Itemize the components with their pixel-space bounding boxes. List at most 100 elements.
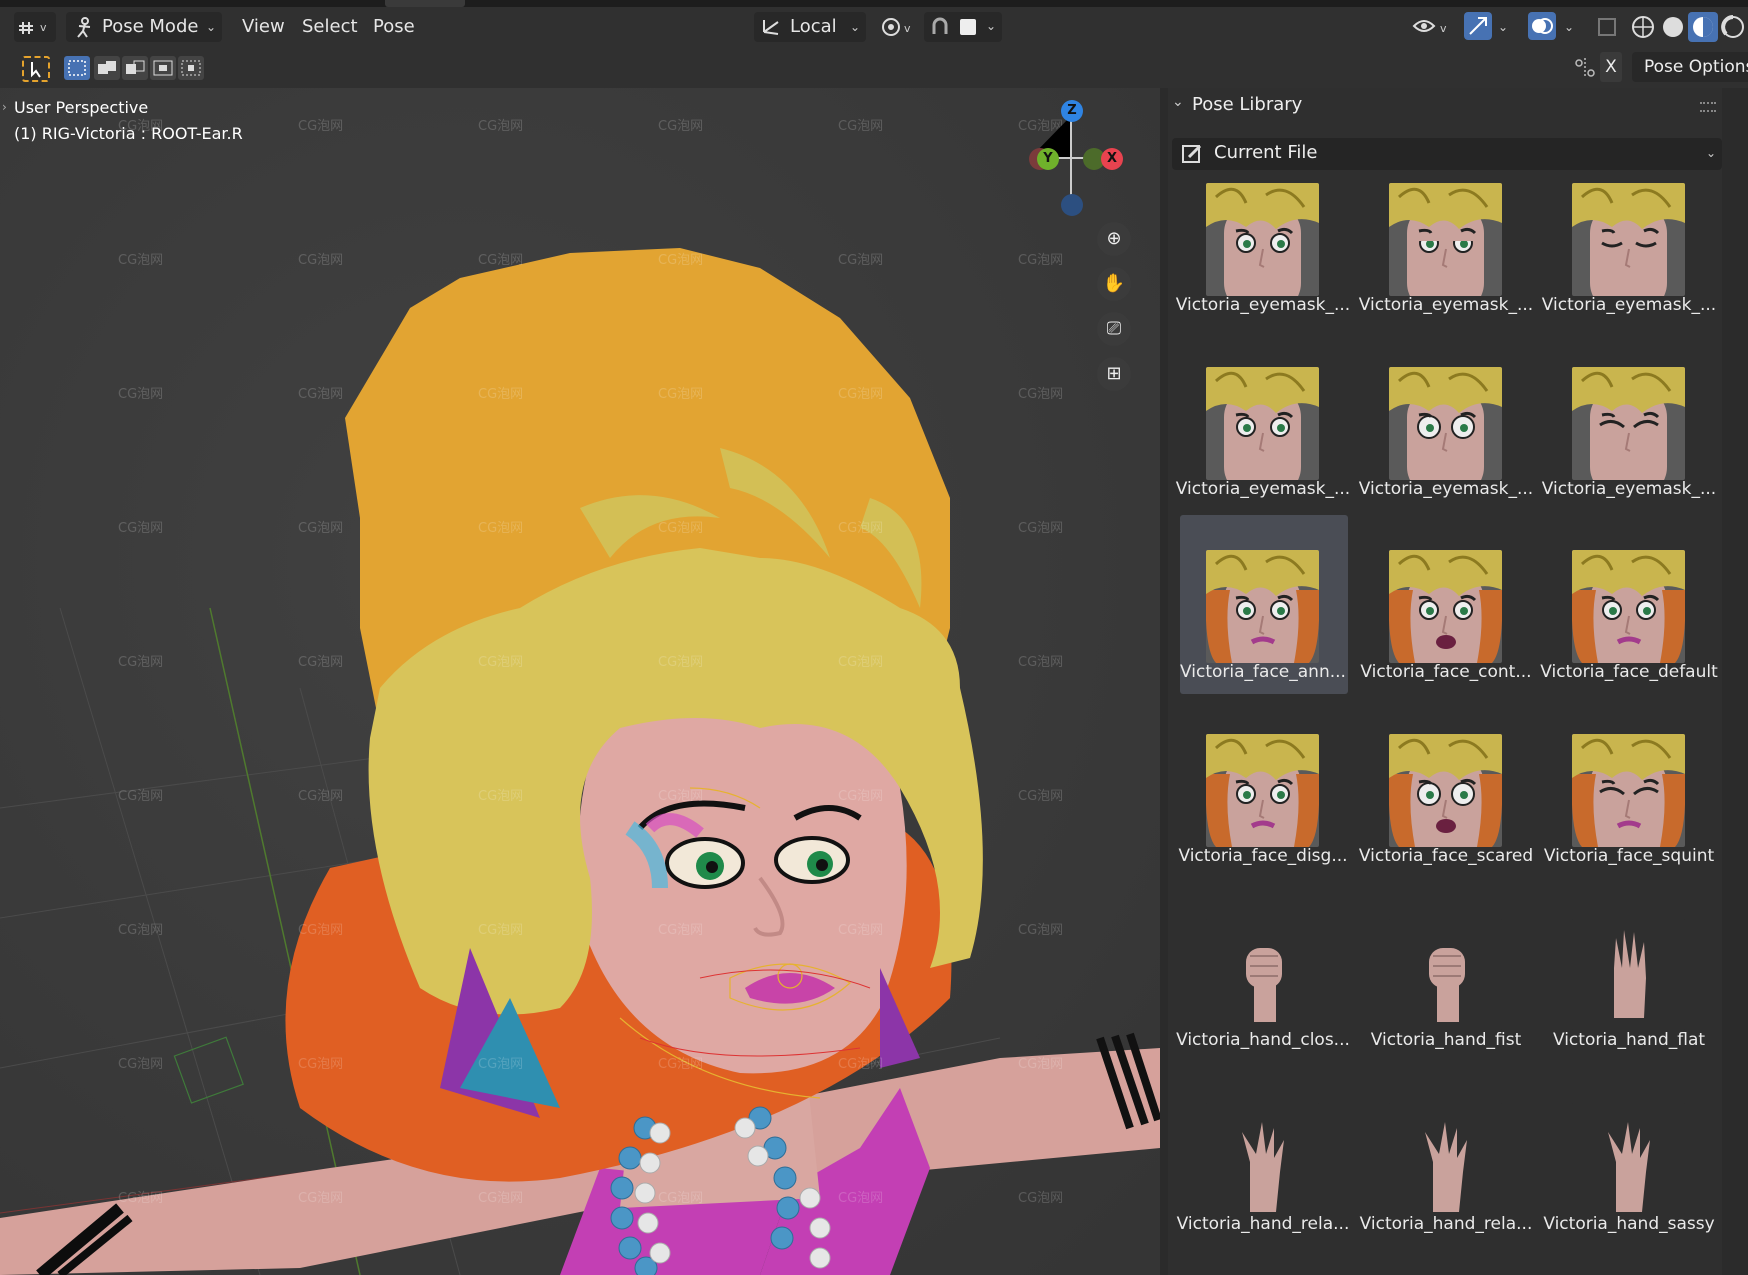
wireframe-shading-icon[interactable] xyxy=(1630,14,1656,40)
chevron-down-icon[interactable]: ⌄ xyxy=(1564,20,1574,34)
pose-label[interactable]: Victoria_eyemask_... xyxy=(1356,295,1536,315)
pose-thumbnail[interactable] xyxy=(1206,367,1319,480)
pose-thumbnail[interactable] xyxy=(1206,1102,1319,1215)
orientation-label: Local xyxy=(790,16,837,37)
svg-text:CG泡网: CG泡网 xyxy=(658,253,703,268)
pose-label[interactable]: Victoria_face_disg... xyxy=(1173,846,1353,866)
pose-thumbnail[interactable] xyxy=(1206,734,1319,847)
svg-text:CG泡网: CG泡网 xyxy=(838,119,883,134)
select-invert-icon[interactable] xyxy=(150,56,176,80)
select-intersect-icon[interactable] xyxy=(178,56,204,80)
pose-library-title[interactable]: Pose Library xyxy=(1192,94,1302,115)
pose-thumbnail[interactable] xyxy=(1389,734,1502,847)
pose-label[interactable]: Victoria_hand_sassy xyxy=(1539,1214,1719,1234)
visibility-eye-icon[interactable]: v xyxy=(1410,14,1450,40)
svg-text:CG泡网: CG泡网 xyxy=(1018,387,1063,402)
select-subtract-icon[interactable] xyxy=(122,56,148,80)
pose-label[interactable]: Victoria_hand_fist xyxy=(1356,1030,1536,1050)
svg-text:v: v xyxy=(1440,22,1447,35)
pose-label[interactable]: Victoria_face_squint xyxy=(1539,846,1719,866)
chevron-down-icon[interactable]: ⌄ xyxy=(1498,20,1508,34)
pose-label[interactable]: Victoria_eyemask_... xyxy=(1173,295,1353,315)
pose-label[interactable]: Victoria_hand_rela... xyxy=(1173,1214,1353,1234)
material-shading-icon[interactable] xyxy=(1688,12,1718,42)
perspective-grid-icon[interactable]: ⊞ xyxy=(1097,357,1131,391)
svg-text:CG泡网: CG泡网 xyxy=(298,119,343,134)
svg-text:CG泡网: CG泡网 xyxy=(118,1191,163,1206)
collapse-chevron-icon[interactable]: ⌄ xyxy=(1172,94,1184,110)
editor-type-dropdown[interactable]: v xyxy=(14,12,56,42)
pose-thumbnail[interactable] xyxy=(1572,734,1685,847)
sidebar-scroll-region[interactable] xyxy=(1722,88,1748,1275)
pose-thumbnail[interactable] xyxy=(1389,918,1502,1031)
pose-thumbnail[interactable] xyxy=(1572,1102,1685,1215)
select-new-icon[interactable] xyxy=(64,56,90,80)
pose-label[interactable]: Victoria_eyemask_... xyxy=(1539,295,1719,315)
pose-label[interactable]: Victoria_eyemask_... xyxy=(1539,479,1719,499)
gizmo-z-axis[interactable]: Z xyxy=(1061,100,1083,122)
svg-text:CG泡网: CG泡网 xyxy=(478,789,523,804)
pose-thumbnail[interactable] xyxy=(1389,1102,1502,1215)
pose-thumbnail[interactable] xyxy=(1572,183,1685,296)
pose-thumbnail[interactable] xyxy=(1389,550,1502,663)
drag-handle-icon[interactable] xyxy=(1700,102,1716,112)
viewport-perspective-label: User Perspective xyxy=(14,98,149,117)
zoom-icon[interactable]: ⊕ xyxy=(1097,222,1131,256)
pose-options-dropdown[interactable]: Pose Options xyxy=(1632,52,1748,82)
pose-thumbnail[interactable] xyxy=(1206,918,1319,1031)
svg-text:CG泡网: CG泡网 xyxy=(658,789,703,804)
svg-text:CG泡网: CG泡网 xyxy=(1018,253,1063,268)
snap-target-icon[interactable] xyxy=(960,19,976,35)
active-workspace-tab[interactable] xyxy=(385,0,465,7)
select-tool-icon[interactable] xyxy=(22,56,50,82)
3d-viewport[interactable]: CG泡网 CG泡网 CG泡网 CG泡网 CG泡网 CG泡网 CG泡网 CG泡网 CG泡网 CG泡网… xyxy=(0,88,1160,1275)
pose-label[interactable]: Victoria_eyemask_... xyxy=(1173,479,1353,499)
camera-icon[interactable]: ⎚ xyxy=(1097,312,1131,346)
mode-label: Pose Mode xyxy=(102,16,199,37)
svg-text:CG泡网: CG泡网 xyxy=(298,789,343,804)
xray-icon[interactable] xyxy=(1596,16,1618,38)
rendered-shading-icon[interactable] xyxy=(1720,14,1746,40)
chevron-right-icon[interactable]: › xyxy=(2,100,7,114)
svg-text:CG泡网: CG泡网 xyxy=(118,253,163,268)
mirror-bone-icon[interactable] xyxy=(1572,56,1598,80)
pose-thumbnail[interactable] xyxy=(1572,367,1685,480)
svg-text:CG泡网: CG泡网 xyxy=(658,923,703,938)
svg-text:CG泡网: CG泡网 xyxy=(298,923,343,938)
orientation-icon xyxy=(763,20,779,35)
snap-magnet-icon[interactable] xyxy=(928,16,952,38)
gizmo-toggle-icon[interactable] xyxy=(1464,12,1492,40)
pose-thumbnail[interactable] xyxy=(1572,918,1685,1031)
pose-label[interactable]: Victoria_face_cont... xyxy=(1356,662,1536,682)
pose-thumbnail[interactable] xyxy=(1572,550,1685,663)
asset-library-dropdown[interactable]: Current File ⌄ xyxy=(1172,138,1722,170)
select-extend-icon[interactable] xyxy=(94,56,120,80)
pose-label[interactable]: Victoria_face_ann... xyxy=(1173,662,1353,682)
svg-text:CG泡网: CG泡网 xyxy=(478,119,523,134)
pose-label[interactable]: Victoria_hand_clos... xyxy=(1173,1030,1353,1050)
transform-orientation-dropdown[interactable]: Local ⌄ xyxy=(754,12,866,42)
pose-thumbnail[interactable] xyxy=(1206,550,1319,663)
pose-thumbnail[interactable] xyxy=(1389,183,1502,296)
gizmo-neg-z-axis[interactable] xyxy=(1061,194,1083,216)
menu-pose[interactable]: Pose xyxy=(373,14,415,40)
pose-thumbnail[interactable] xyxy=(1206,183,1319,296)
svg-text:CG泡网: CG泡网 xyxy=(1018,923,1063,938)
pose-thumbnail[interactable] xyxy=(1389,367,1502,480)
menu-view[interactable]: View xyxy=(242,14,285,40)
pose-label[interactable]: Victoria_eyemask_... xyxy=(1356,479,1536,499)
gizmo-x-axis[interactable]: X xyxy=(1101,148,1123,170)
gizmo-y-axis[interactable]: Y xyxy=(1037,148,1059,170)
x-mirror-toggle[interactable]: X xyxy=(1600,52,1622,82)
pose-label[interactable]: Victoria_face_scared xyxy=(1356,846,1536,866)
mode-dropdown[interactable]: Pose Mode ⌄ xyxy=(66,12,222,42)
pose-label[interactable]: Victoria_hand_flat xyxy=(1539,1030,1719,1050)
pose-label[interactable]: Victoria_face_default xyxy=(1539,662,1719,682)
overlay-toggle-icon[interactable] xyxy=(1528,12,1556,40)
menu-select[interactable]: Select xyxy=(302,14,358,40)
solid-shading-icon[interactable] xyxy=(1660,14,1686,40)
snap-group: ⌄ xyxy=(924,12,1002,42)
pan-hand-icon[interactable]: ✋ xyxy=(1097,267,1131,301)
pivot-point-icon[interactable]: v xyxy=(878,14,918,40)
pose-label[interactable]: Victoria_hand_rela... xyxy=(1356,1214,1536,1234)
